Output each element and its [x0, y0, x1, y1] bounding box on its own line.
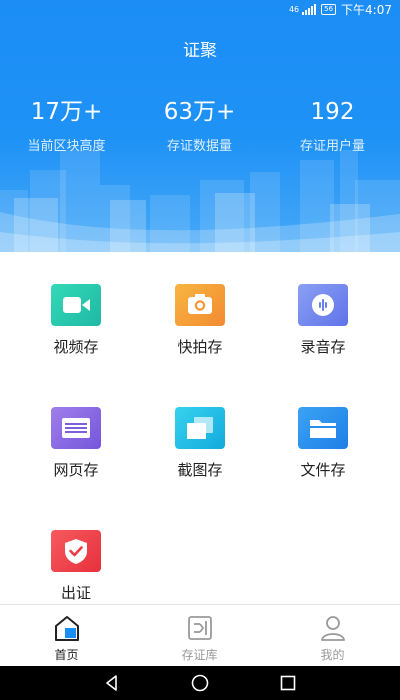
video-camera-icon: [51, 284, 101, 326]
stat-value: 63万+: [163, 99, 236, 125]
screenshot-icon: [175, 407, 225, 449]
tab-home[interactable]: 首页: [0, 605, 133, 663]
signal-icon: [302, 4, 317, 15]
header-banner: 46 56 下午4:07 证聚 17万+ 当前区块高度 63万+ 存证数据量 1…: [0, 0, 400, 252]
feature-label: 录音存: [300, 338, 346, 356]
back-icon[interactable]: [102, 673, 122, 693]
feature-label: 网页存: [53, 461, 99, 479]
issue-certificate-button[interactable]: 出证: [21, 530, 131, 603]
folder-icon: [298, 407, 348, 449]
status-time: 下午4:07: [341, 3, 392, 17]
screenshot-evidence-button[interactable]: 截图存: [145, 407, 255, 480]
stat-block-height: 17万+ 当前区块高度: [0, 98, 133, 154]
stat-user-count: 192 存证用户量: [266, 98, 399, 154]
stat-label: 存证用户量: [299, 139, 365, 154]
tab-label: 存证库: [181, 648, 218, 662]
file-evidence-button[interactable]: 文件存: [268, 407, 378, 480]
stat-value: 17万+: [30, 99, 103, 125]
user-icon: [318, 613, 348, 643]
home-icon: [52, 613, 82, 643]
feature-label: 文件存: [300, 461, 346, 479]
shield-check-icon: [51, 530, 101, 572]
tab-vault[interactable]: 存证库: [133, 605, 266, 663]
feature-label: 出证: [60, 584, 91, 602]
feature-label: 快拍存: [177, 338, 223, 356]
bottom-tab-bar: 首页 存证库 我的: [0, 604, 400, 667]
app-title: 证聚: [183, 41, 217, 61]
feature-label: 截图存: [177, 461, 223, 479]
feature-label: 视频存: [53, 338, 99, 356]
photo-evidence-button[interactable]: 快拍存: [145, 284, 255, 357]
system-navigation-bar: [0, 666, 400, 700]
recents-icon[interactable]: [278, 673, 298, 693]
audio-wave-icon: [298, 284, 348, 326]
camera-icon: [175, 284, 225, 326]
vault-icon: [185, 613, 215, 643]
stat-label: 存证数据量: [166, 139, 232, 154]
battery-icon: 56: [321, 4, 337, 15]
tab-profile[interactable]: 我的: [266, 605, 399, 663]
webpage-evidence-button[interactable]: 网页存: [21, 407, 131, 480]
tab-label: 我的: [320, 648, 345, 662]
stat-label: 当前区块高度: [27, 139, 106, 154]
stat-data-volume: 63万+ 存证数据量: [133, 98, 266, 154]
tab-label: 首页: [54, 648, 79, 662]
home-button-icon[interactable]: [190, 673, 210, 693]
status-bar: 46 56 下午4:07: [0, 0, 400, 18]
audio-evidence-button[interactable]: 录音存: [268, 284, 378, 357]
video-evidence-button[interactable]: 视频存: [21, 284, 131, 357]
webpage-icon: [51, 407, 101, 449]
stat-value: 192: [310, 99, 355, 125]
network-type: 46: [288, 5, 300, 14]
